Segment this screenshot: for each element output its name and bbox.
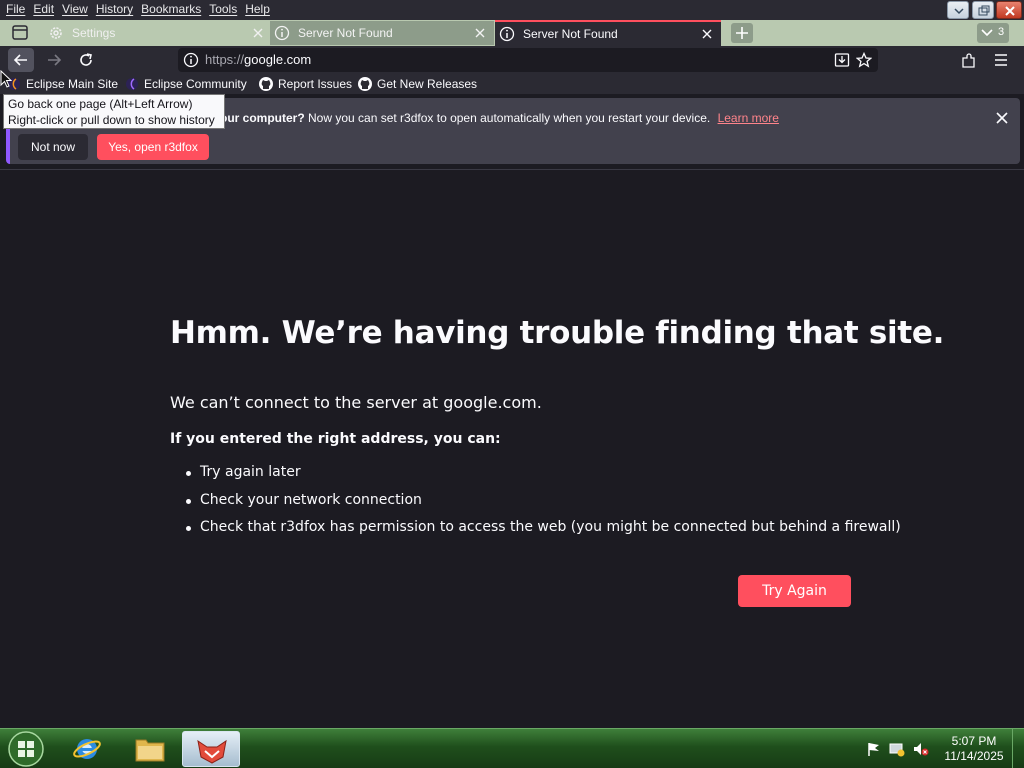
- tab-label: Settings: [72, 26, 116, 40]
- content-divider: [0, 169, 1024, 170]
- notification-bold-text: our computer?: [220, 111, 305, 125]
- yes-open-button[interactable]: Yes, open r3dfox: [97, 134, 209, 160]
- menu-tools[interactable]: Tools: [205, 2, 241, 16]
- suggestion-list: Try again later Check your network conne…: [186, 464, 901, 547]
- info-icon: [274, 25, 290, 41]
- back-button-tooltip: Go back one page (Alt+Left Arrow) Right-…: [3, 94, 225, 129]
- arrow-left-icon: [13, 54, 27, 66]
- chevron-down-icon: [954, 8, 964, 15]
- error-title: Hmm. We’re having trouble finding that s…: [170, 315, 945, 351]
- url-scheme: https://: [205, 52, 245, 67]
- extensions-icon[interactable]: [960, 52, 978, 70]
- chevron-down-icon: [981, 29, 993, 37]
- notification-text: Now you can set r3dfox to open automatic…: [304, 111, 711, 125]
- learn-more-link[interactable]: Learn more: [718, 111, 779, 125]
- tab-strip: Settings Server Not Found Server Not Fou…: [0, 20, 1024, 46]
- close-tab-icon[interactable]: [250, 25, 266, 41]
- new-tab-button[interactable]: [731, 23, 753, 43]
- bookmark-label: Eclipse Main Site: [26, 77, 119, 91]
- bookmark-label: Eclipse Community: [144, 77, 247, 91]
- site-info-icon[interactable]: [183, 52, 199, 68]
- taskbar-file-explorer[interactable]: [122, 731, 176, 767]
- internet-explorer-icon: [73, 739, 101, 759]
- gear-icon: [50, 27, 62, 39]
- download-icon[interactable]: [834, 52, 850, 68]
- tooltip-line-2: Right-click or pull down to show history: [8, 113, 215, 127]
- bookmarks-toolbar: Eclipse Main Site Eclipse Community Repo…: [0, 74, 1024, 94]
- notification-message: our computer? Now you can set r3dfox to …: [220, 111, 779, 125]
- close-tab-icon[interactable]: [472, 25, 488, 41]
- error-subheading: If you entered the right address, you ca…: [170, 431, 501, 447]
- restore-icon: [978, 5, 990, 16]
- tab-label: Server Not Found: [298, 26, 393, 40]
- tab-server-not-found[interactable]: Server Not Found: [270, 21, 494, 45]
- bookmark-eclipse-community[interactable]: Eclipse Community: [124, 76, 247, 92]
- plus-icon: [736, 27, 748, 39]
- mouse-cursor-icon: [0, 70, 12, 88]
- folder-icon: [135, 739, 165, 762]
- network-icon[interactable]: [888, 741, 906, 757]
- taskbar: 5:07 PM 11/14/2025: [0, 728, 1024, 768]
- bookmark-label: Get New Releases: [377, 77, 478, 91]
- bookmark-report-issues[interactable]: Report Issues: [258, 76, 352, 92]
- arrow-right-icon: [48, 54, 62, 66]
- close-icon[interactable]: [994, 110, 1010, 126]
- not-now-button[interactable]: Not now: [18, 134, 88, 160]
- menu-bookmarks[interactable]: Bookmarks: [137, 2, 205, 16]
- tab-label: Server Not Found: [523, 27, 618, 41]
- list-item: Try again later: [186, 464, 901, 492]
- reload-icon: [80, 53, 92, 66]
- menu-bar: File Edit View History Bookmarks Tools H…: [0, 0, 1024, 20]
- r3dfox-icon: [197, 739, 227, 764]
- tab-overview-icon[interactable]: [8, 23, 32, 43]
- menu-help[interactable]: Help: [241, 2, 274, 16]
- close-icon: [1005, 6, 1015, 16]
- forward-button[interactable]: [41, 48, 67, 72]
- taskbar-r3dfox[interactable]: [182, 731, 240, 767]
- tab-server-not-found-active[interactable]: Server Not Found: [495, 20, 721, 46]
- eclipse-icon: [126, 78, 138, 90]
- tab-count: 3: [998, 26, 1005, 38]
- url-text[interactable]: https://google.com: [205, 52, 311, 67]
- github-icon: [259, 77, 273, 91]
- menu-history[interactable]: History: [92, 2, 137, 16]
- restore-button[interactable]: [972, 1, 994, 19]
- tab-settings[interactable]: Settings: [44, 21, 272, 45]
- show-desktop-button[interactable]: [1012, 729, 1024, 768]
- list-item: Check your network connection: [186, 492, 901, 520]
- menu-edit[interactable]: Edit: [29, 2, 58, 16]
- list-item: Check that r3dfox has permission to acce…: [186, 519, 901, 547]
- clock-time: 5:07 PM: [951, 734, 997, 748]
- github-icon: [358, 77, 372, 91]
- url-host: google.com: [244, 52, 312, 67]
- minimize-button[interactable]: [947, 1, 969, 19]
- bookmark-star-icon[interactable]: [856, 52, 872, 68]
- reload-button[interactable]: [73, 48, 99, 72]
- url-bar[interactable]: https://google.com: [178, 48, 878, 72]
- list-all-tabs-button[interactable]: 3: [977, 23, 1009, 43]
- bookmark-eclipse-main-site[interactable]: Eclipse Main Site: [6, 76, 118, 92]
- volume-muted-icon[interactable]: [912, 741, 930, 757]
- bookmark-label: Report Issues: [278, 77, 353, 91]
- close-tab-icon[interactable]: [699, 26, 715, 42]
- system-tray: [866, 741, 930, 757]
- info-icon: [499, 26, 515, 42]
- start-button-icon[interactable]: [6, 730, 46, 768]
- clock-date: 11/14/2025: [944, 749, 1004, 763]
- menu-view[interactable]: View: [58, 2, 92, 16]
- action-center-flag-icon[interactable]: [866, 741, 882, 757]
- clock[interactable]: 5:07 PM 11/14/2025: [934, 734, 1014, 764]
- navigation-toolbar: https://google.com: [0, 46, 1024, 74]
- tooltip-line-1: Go back one page (Alt+Left Arrow): [8, 97, 193, 111]
- try-again-button[interactable]: Try Again: [738, 575, 851, 607]
- back-button[interactable]: [8, 48, 34, 72]
- bookmark-get-new-releases[interactable]: Get New Releases: [357, 76, 477, 92]
- menu-file[interactable]: File: [2, 2, 29, 16]
- hamburger-menu-icon[interactable]: [993, 53, 1009, 67]
- close-window-button[interactable]: [996, 1, 1022, 19]
- error-message: We can’t connect to the server at google…: [170, 393, 542, 412]
- taskbar-internet-explorer[interactable]: [60, 731, 114, 767]
